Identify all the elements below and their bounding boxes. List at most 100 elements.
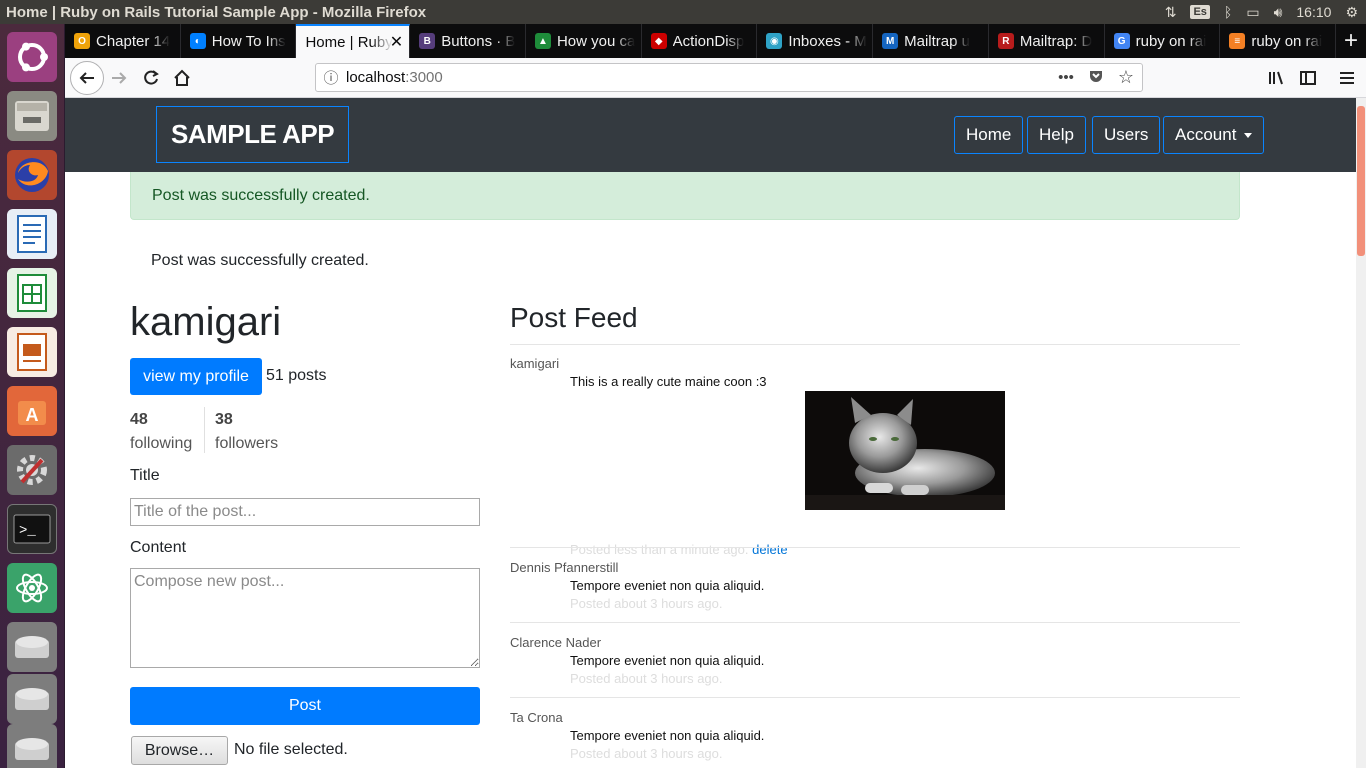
post-body: This is a really cute maine coon :3: [570, 374, 767, 389]
post-divider: [510, 547, 1240, 548]
clock[interactable]: 16:10: [1296, 4, 1331, 20]
tab-label: How To Ins: [211, 32, 286, 50]
libreoffice-impress-icon[interactable]: [7, 327, 57, 377]
site-logo-link[interactable]: SAMPLE APP: [156, 106, 349, 163]
site-info-icon[interactable]: ⓘ: [316, 67, 346, 88]
title-label: Title: [130, 467, 160, 484]
post-author-link[interactable]: Clarence Nader: [510, 635, 1240, 651]
post-content-textarea[interactable]: [130, 568, 480, 668]
browser-tab[interactable]: ≡ ruby on rai: [1220, 24, 1337, 58]
atom-editor-icon[interactable]: [7, 563, 57, 613]
page-actions-icon[interactable]: •••: [1058, 69, 1074, 86]
forward-button[interactable]: [103, 62, 135, 94]
post-timestamp: Posted about 3 hours ago.: [570, 671, 723, 686]
tab-label: ruby on rai: [1135, 32, 1207, 50]
post-image-cat: [805, 391, 1005, 510]
browser-tab[interactable]: Home | Ruby ✕: [296, 24, 411, 58]
url-port: :3000: [405, 69, 443, 86]
following-stat[interactable]: 48 following: [130, 408, 192, 456]
stats-divider: [204, 407, 205, 453]
file-browse-button[interactable]: Browse…: [131, 736, 228, 765]
browser-tab[interactable]: M Mailtrap u: [873, 24, 989, 58]
view-profile-button[interactable]: view my profile: [130, 358, 262, 395]
browser-tab[interactable]: ▲ How you ca: [526, 24, 642, 58]
scrollbar-thumb[interactable]: [1357, 106, 1365, 256]
library-button[interactable]: [1260, 62, 1292, 94]
svg-text:A: A: [26, 405, 39, 425]
followers-stat[interactable]: 38 followers: [215, 408, 278, 456]
bootstrap-icon: B: [419, 33, 436, 49]
bookmark-star-icon[interactable]: ☆: [1118, 67, 1134, 88]
system-tray: ⇅ Es ᛒ ▭ 🔊︎ 16:10 ⚙: [1165, 4, 1366, 21]
google-icon: G: [1113, 33, 1130, 49]
svg-text:>_: >_: [19, 523, 36, 539]
submit-post-button[interactable]: Post: [130, 687, 480, 725]
volume-icon[interactable]: 🔊︎: [1274, 4, 1283, 21]
browser-tab[interactable]: ◉ Inboxes - M: [757, 24, 874, 58]
browser-tab[interactable]: B Buttons · B: [410, 24, 526, 58]
disk-drive-icon[interactable]: [7, 724, 57, 768]
network-icon[interactable]: ⇅: [1165, 4, 1177, 21]
notice-text: Post was successfully created.: [151, 252, 369, 269]
browser-toolbar: ⓘ localhost:3000 ••• ☆: [65, 58, 1366, 98]
bluetooth-icon[interactable]: ᛒ: [1224, 4, 1232, 20]
post-author-link[interactable]: Ta Crona: [510, 710, 1240, 726]
post-author-link[interactable]: Dennis Pfannerstill: [510, 560, 1240, 576]
post-timestamp: Posted about 3 hours ago.: [570, 596, 723, 611]
tab-label: Mailtrap u: [904, 32, 970, 50]
site-header: SAMPLE APP Home Help Users Account: [65, 98, 1356, 172]
disk-drive-icon[interactable]: [7, 622, 57, 672]
new-tab-button[interactable]: +: [1336, 24, 1366, 58]
post-body: Tempore eveniet non quia aliquid.: [570, 728, 765, 743]
ruby-icon: ◆: [650, 33, 667, 49]
close-tab-icon[interactable]: ✕: [390, 32, 403, 52]
feed-title: Post Feed: [510, 302, 638, 333]
reload-button[interactable]: [135, 62, 167, 94]
following-count: 48: [130, 411, 148, 428]
files-icon[interactable]: [7, 91, 57, 141]
battery-icon[interactable]: ▭: [1246, 4, 1259, 21]
feed-post: kamigari This is a really cute maine coo…: [510, 356, 1240, 557]
post-author-link[interactable]: kamigari: [510, 356, 1240, 372]
system-settings-icon[interactable]: [7, 445, 57, 495]
post-body: Tempore eveniet non quia aliquid.: [570, 653, 765, 668]
firefox-icon[interactable]: [7, 150, 57, 200]
post-title-input[interactable]: [130, 498, 480, 526]
tab-label: Buttons · B: [441, 32, 516, 50]
nav-users-link[interactable]: Users: [1092, 116, 1161, 154]
hamburger-menu-icon: [1340, 72, 1354, 84]
back-button[interactable]: [70, 61, 104, 95]
tab-label: Chapter 14: [96, 32, 171, 50]
settings-gear-icon[interactable]: ⚙: [1345, 4, 1358, 21]
disk-drive-icon[interactable]: [7, 674, 57, 724]
ubuntu-dash-icon[interactable]: [7, 32, 57, 82]
post-divider: [510, 697, 1240, 698]
sidebar-icon: [1300, 71, 1316, 85]
libreoffice-writer-icon[interactable]: [7, 209, 57, 259]
home-button[interactable]: [166, 62, 198, 94]
circle-o-icon: O: [74, 33, 90, 49]
browser-tab[interactable]: O Chapter 14: [65, 24, 181, 58]
browser-tab[interactable]: R Mailtrap: D: [989, 24, 1105, 58]
browser-tab[interactable]: Gruby on rai: [1105, 24, 1221, 58]
keyboard-layout-indicator[interactable]: Es: [1190, 5, 1210, 19]
browser-tab[interactable]: ◆ ActionDisp: [642, 24, 758, 58]
libreoffice-calc-icon[interactable]: [7, 268, 57, 318]
post-timestamp: Posted about 3 hours ago.: [570, 746, 723, 761]
page-scrollbar[interactable]: [1356, 98, 1366, 768]
nav-home-link[interactable]: Home: [954, 116, 1024, 154]
pocket-icon[interactable]: [1088, 68, 1104, 88]
terminal-icon[interactable]: >_: [7, 504, 57, 554]
feed-post: Dennis Pfannerstill Tempore eveniet non …: [510, 560, 1240, 624]
nav-account-dropdown[interactable]: Account: [1163, 116, 1265, 154]
unity-launcher: A >_: [0, 24, 65, 768]
sidebar-button[interactable]: [1292, 62, 1324, 94]
delete-post-link[interactable]: delete: [752, 542, 787, 557]
window-title: Home | Ruby on Rails Tutorial Sample App…: [6, 3, 427, 21]
ubuntu-software-icon[interactable]: A: [7, 386, 57, 436]
browser-tab[interactable]: ◐ How To Ins: [181, 24, 297, 58]
url-bar[interactable]: ⓘ localhost:3000 ••• ☆: [315, 63, 1143, 92]
nav-help-link[interactable]: Help: [1027, 116, 1086, 154]
menu-button[interactable]: [1331, 62, 1363, 94]
tab-label: ActionDisp: [672, 32, 745, 50]
